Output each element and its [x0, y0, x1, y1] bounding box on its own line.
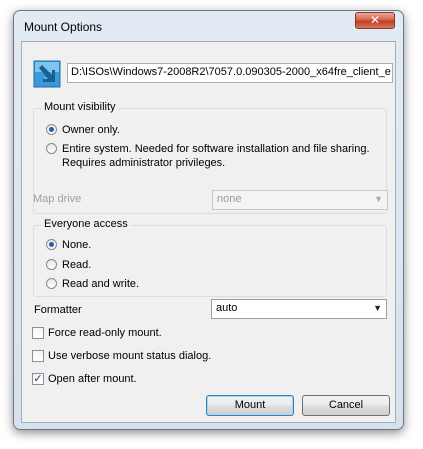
- dialog-content: D:\ISOs\Windows7-2008R2\7057.0.090305-20…: [21, 41, 396, 423]
- radio-button[interactable]: [46, 143, 57, 154]
- radio-label-line1: Entire system. Needed for software insta…: [62, 143, 370, 155]
- mount-button[interactable]: Mount: [206, 395, 294, 416]
- image-path-field[interactable]: D:\ISOs\Windows7-2008R2\7057.0.090305-20…: [67, 63, 393, 83]
- radio-label: Entire system. Needed for software insta…: [62, 142, 370, 170]
- formatter-select[interactable]: auto ▼: [211, 299, 387, 319]
- radio-owner-only[interactable]: Owner only.: [46, 123, 120, 137]
- checkmark-icon: ✓: [33, 372, 43, 385]
- cancel-button[interactable]: Cancel: [302, 395, 390, 416]
- mount-options-dialog: Mount Options ✕ D:\ISOs\Windows7-2008R2\…: [13, 10, 404, 430]
- close-button[interactable]: ✕: [355, 12, 395, 29]
- radio-label: None.: [62, 239, 92, 251]
- close-icon: ✕: [369, 13, 381, 27]
- radio-button[interactable]: [46, 259, 57, 270]
- checkbox-label: Open after mount.: [48, 373, 137, 385]
- map-drive-label: Map drive: [33, 193, 82, 205]
- dialog-title: Mount Options: [24, 20, 103, 34]
- mount-visibility-group: Mount visibility Owner only. Entire syst…: [33, 101, 388, 214]
- checkbox-box[interactable]: ✓: [32, 373, 44, 385]
- mount-arrow-icon: [33, 60, 61, 88]
- radio-none[interactable]: None.: [46, 238, 91, 252]
- formatter-label: Formatter: [34, 304, 82, 316]
- checkbox-label: Use verbose mount status dialog.: [48, 350, 212, 362]
- formatter-value: auto: [216, 302, 238, 314]
- checkbox-verbose-status[interactable]: Use verbose mount status dialog.: [32, 350, 211, 362]
- checkbox-box[interactable]: [32, 327, 44, 339]
- checkbox-force-readonly[interactable]: Force read-only mount.: [32, 327, 162, 339]
- checkbox-box[interactable]: [32, 350, 44, 362]
- chevron-down-icon: ▼: [373, 303, 382, 313]
- everyone-access-group: Everyone access None. Read. Read and wri…: [33, 218, 387, 297]
- checkbox-open-after-mount[interactable]: ✓ Open after mount.: [32, 373, 137, 385]
- radio-label: Read.: [62, 259, 92, 271]
- chevron-down-icon: ▼: [374, 194, 383, 204]
- radio-label: Owner only.: [62, 124, 120, 136]
- radio-read-write[interactable]: Read and write.: [46, 277, 139, 291]
- radio-entire-system[interactable]: Entire system. Needed for software insta…: [46, 142, 370, 170]
- radio-read[interactable]: Read.: [46, 258, 91, 272]
- radio-label-line2: Requires administrator privileges.: [62, 157, 226, 169]
- everyone-access-label: Everyone access: [42, 218, 130, 230]
- checkbox-label: Force read-only mount.: [48, 327, 162, 339]
- path-row: D:\ISOs\Windows7-2008R2\7057.0.090305-20…: [33, 59, 393, 91]
- radio-button[interactable]: [46, 239, 57, 250]
- radio-button[interactable]: [46, 124, 57, 135]
- radio-label: Read and write.: [62, 278, 140, 290]
- map-drive-value: none: [217, 193, 242, 205]
- radio-button[interactable]: [46, 278, 57, 289]
- map-drive-select[interactable]: none ▼: [212, 190, 388, 210]
- mount-visibility-label: Mount visibility: [42, 101, 118, 113]
